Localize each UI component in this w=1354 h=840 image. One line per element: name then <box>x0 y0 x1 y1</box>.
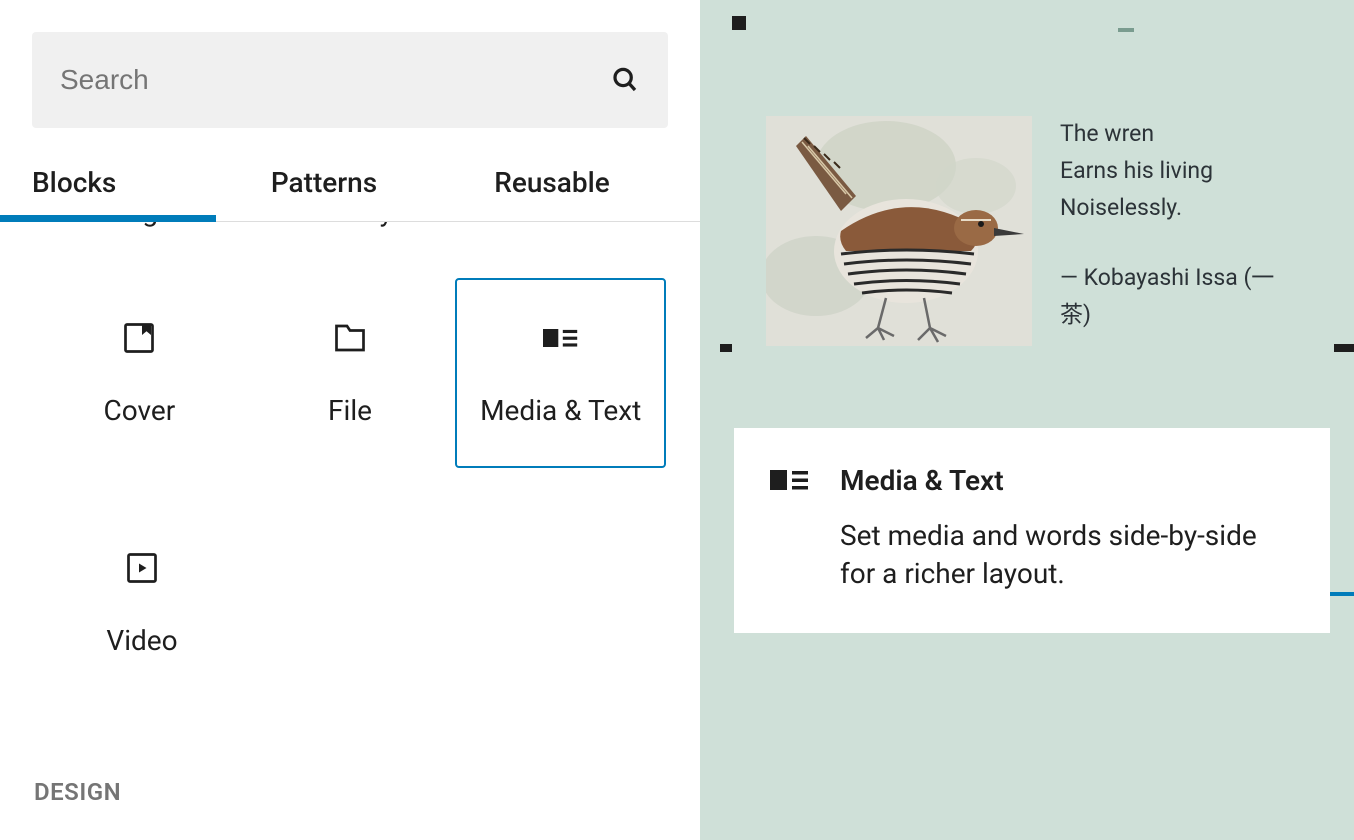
cover-icon <box>121 320 157 356</box>
block-item-cover[interactable]: Cover <box>34 278 245 468</box>
block-label: Cover <box>103 394 175 427</box>
block-item-video[interactable]: Video <box>34 508 250 698</box>
media-text-icon <box>543 320 579 356</box>
info-card-content: Media & Text Set media and words side-by… <box>840 464 1294 593</box>
search-icon <box>610 65 640 95</box>
section-heading-design: DESIGN <box>34 778 666 806</box>
block-inserter-panel: Blocks Patterns Reusable Image Gallery A… <box>0 0 700 840</box>
block-label: Media & Text <box>480 394 641 427</box>
video-icon <box>124 550 160 586</box>
search-wrapper <box>0 0 700 148</box>
tab-patterns[interactable]: Patterns <box>216 148 432 221</box>
media-text-icon <box>770 464 810 593</box>
block-preview-panel: The wren Earns his living Noiselessly. —… <box>700 0 1354 840</box>
block-item-file[interactable]: File <box>245 278 456 468</box>
block-item-media-text[interactable]: Media & Text <box>455 278 666 468</box>
preview-image <box>766 116 1032 346</box>
poem-line: Noiselessly. <box>1060 190 1288 227</box>
info-card-title: Media & Text <box>840 464 1294 497</box>
block-row: Cover File <box>34 278 666 468</box>
file-icon <box>332 320 368 356</box>
block-item-gallery-label: Gallery <box>250 222 450 232</box>
selection-handle-icon[interactable] <box>720 344 732 352</box>
preview-media-text-block: The wren Earns his living Noiselessly. —… <box>766 116 1288 346</box>
block-label: File <box>328 394 372 427</box>
active-tab-indicator <box>0 215 216 222</box>
poem-line: The wren <box>1060 116 1288 153</box>
block-item-image-label: Image <box>34 222 234 232</box>
block-row: Video <box>34 508 666 698</box>
block-info-card: Media & Text Set media and words side-by… <box>734 428 1330 633</box>
poem-attribution: — Kobayashi Issa (一茶) <box>1060 260 1288 334</box>
selection-marker-icon <box>732 16 746 30</box>
block-label: Video <box>106 624 177 657</box>
selection-handle-icon[interactable] <box>1334 344 1354 352</box>
info-card-description: Set media and words side-by-side for a r… <box>840 517 1294 593</box>
poem-line: Earns his living <box>1060 153 1288 190</box>
preview-text: The wren Earns his living Noiselessly. —… <box>1060 116 1288 346</box>
tabs: Blocks Patterns Reusable <box>0 148 700 222</box>
tab-reusable[interactable]: Reusable <box>432 148 672 221</box>
block-item-audio-label: Audio <box>466 222 666 232</box>
block-list-scroll[interactable]: Image Gallery Audio Cover <box>0 222 700 840</box>
selection-edge-icon <box>1330 592 1354 596</box>
tab-blocks[interactable]: Blocks <box>0 148 216 221</box>
selection-marker-icon <box>1118 28 1134 32</box>
search-box[interactable] <box>32 32 668 128</box>
search-input[interactable] <box>60 64 610 96</box>
block-row-partial: Image Gallery Audio <box>34 222 666 232</box>
bird-illustration-icon <box>766 116 1032 346</box>
